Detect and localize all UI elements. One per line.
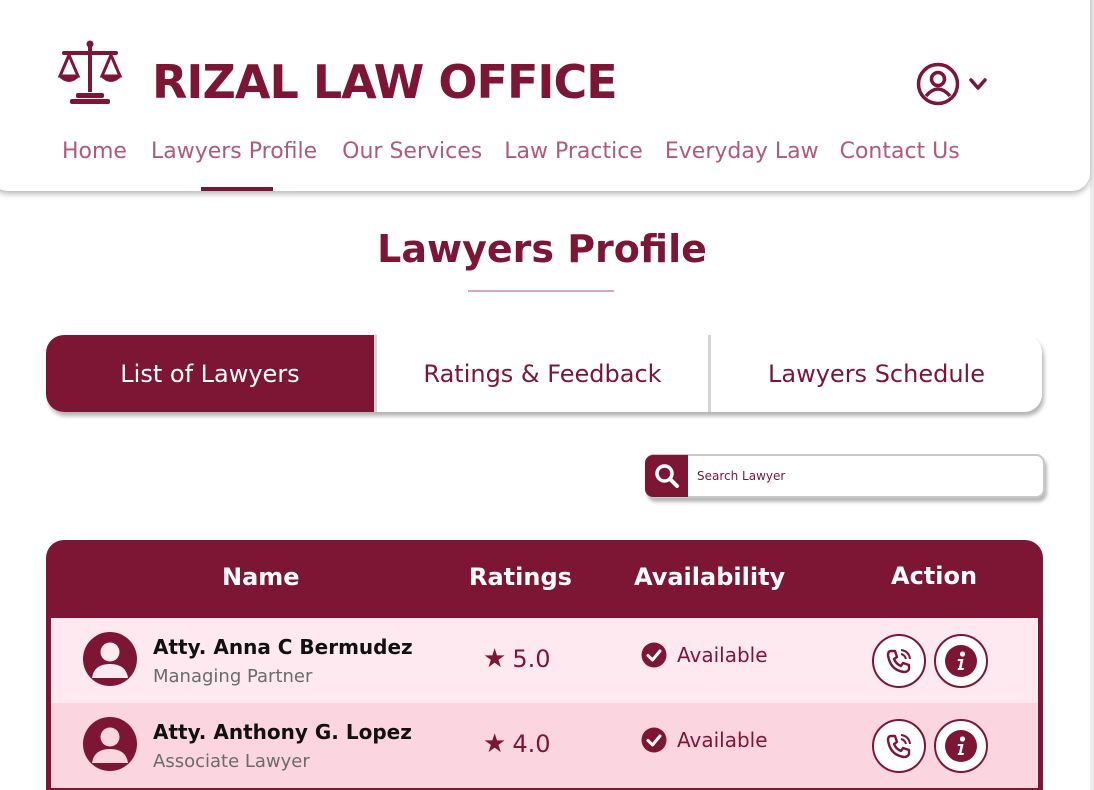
info-button[interactable] xyxy=(934,719,988,773)
title-divider xyxy=(468,290,614,292)
tab-ratings-feedback[interactable]: Ratings & Feedback xyxy=(377,335,711,412)
lawyers-table: Name Ratings Availability Action Atty. A… xyxy=(46,540,1043,790)
search-icon xyxy=(654,464,679,488)
site-header: RIZAL LAW OFFICE Home Lawyers Profile Ou… xyxy=(0,0,1090,191)
person-icon xyxy=(92,727,128,763)
phone-icon xyxy=(886,734,911,759)
nav-home[interactable]: Home xyxy=(62,135,127,169)
profile-tabs: List of Lawyers Ratings & Feedback Lawye… xyxy=(46,335,1042,412)
user-circle-icon xyxy=(916,62,960,106)
check-circle-icon xyxy=(641,727,667,753)
lawyer-role: Associate Lawyer xyxy=(153,751,310,772)
table-header: Name Ratings Availability Action xyxy=(46,540,1043,618)
column-header-availability: Availability xyxy=(634,563,786,591)
star-icon: ★ xyxy=(483,644,507,674)
avatar xyxy=(83,717,137,771)
availability-label: Available xyxy=(677,728,768,752)
column-header-action: Action xyxy=(891,562,978,590)
info-button[interactable] xyxy=(934,634,988,688)
nav-everyday-law[interactable]: Everyday Law xyxy=(665,135,819,169)
lawyer-rating: ★ 4.0 xyxy=(483,727,550,761)
brand-name: RIZAL LAW OFFICE xyxy=(152,55,618,109)
star-icon: ★ xyxy=(483,729,507,759)
table-row: Atty. Anthony G. Lopez Associate Lawyer … xyxy=(51,703,1038,788)
rating-value: 5.0 xyxy=(512,645,551,673)
nav-law-practice[interactable]: Law Practice xyxy=(504,135,643,169)
lawyer-name: Atty. Anna C Bermudez xyxy=(153,635,413,659)
main-nav: Home Lawyers Profile Our Services Law Pr… xyxy=(62,132,960,191)
table-row: Atty. Anna C Bermudez Managing Partner ★… xyxy=(51,618,1038,703)
user-menu-button[interactable] xyxy=(916,61,996,107)
tab-lawyers-schedule[interactable]: Lawyers Schedule xyxy=(711,335,1042,412)
person-icon xyxy=(92,642,128,678)
lawyer-name: Atty. Anthony G. Lopez xyxy=(153,720,412,744)
phone-icon xyxy=(886,649,911,674)
availability-status: Available xyxy=(641,640,768,670)
lawyer-role: Managing Partner xyxy=(153,666,313,687)
scales-of-justice-icon xyxy=(57,40,123,104)
nav-our-services[interactable]: Our Services xyxy=(342,135,482,169)
availability-label: Available xyxy=(677,643,768,667)
page-title: Lawyers Profile xyxy=(377,227,707,271)
chevron-down-icon xyxy=(969,78,987,90)
search-input[interactable] xyxy=(697,461,1017,491)
call-button[interactable] xyxy=(872,634,926,688)
nav-lawyers-profile[interactable]: Lawyers Profile xyxy=(151,135,317,191)
info-icon xyxy=(945,730,977,762)
rating-value: 4.0 xyxy=(512,730,551,758)
avatar xyxy=(83,632,137,686)
call-button[interactable] xyxy=(872,719,926,773)
tab-list-of-lawyers[interactable]: List of Lawyers xyxy=(46,335,377,412)
check-circle-icon xyxy=(641,642,667,668)
search-box xyxy=(645,454,1045,498)
lawyer-rating: ★ 5.0 xyxy=(483,642,550,676)
search-button[interactable] xyxy=(645,455,688,497)
column-header-name: Name xyxy=(222,563,300,591)
availability-status: Available xyxy=(641,725,768,755)
info-icon xyxy=(945,645,977,677)
right-edge-strip xyxy=(1090,0,1094,790)
column-header-ratings: Ratings xyxy=(469,563,572,591)
nav-contact-us[interactable]: Contact Us xyxy=(840,135,960,169)
